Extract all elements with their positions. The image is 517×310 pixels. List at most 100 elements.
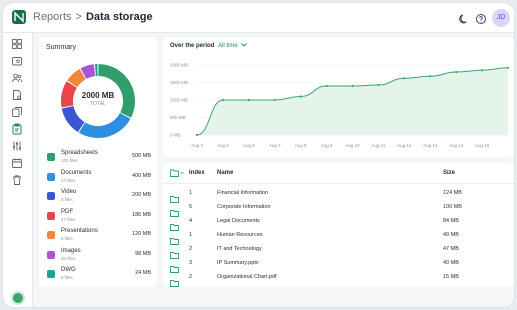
moon-icon[interactable] — [458, 12, 470, 24]
column-header-name[interactable]: Name — [217, 170, 233, 176]
help-icon[interactable] — [475, 12, 487, 24]
cell-name[interactable]: Financial Information — [217, 190, 268, 196]
cell-index: 5 — [189, 204, 193, 210]
user-avatar[interactable]: JD — [492, 9, 510, 27]
legend-item-count: 47 files — [61, 177, 76, 183]
clipboard-icon[interactable] — [11, 122, 23, 135]
donut-slice-video[interactable] — [61, 105, 85, 133]
cell-name[interactable]: Corporate Information — [217, 204, 271, 210]
x-tick-label: Aug 13 — [423, 143, 438, 148]
summary-title: Summary — [46, 44, 76, 51]
table-row[interactable]: 4 Legal Documents 84 MB — [163, 215, 514, 231]
cell-index: 2 — [189, 246, 193, 252]
y-tick-label: 0 MB — [170, 133, 181, 138]
legend-color-swatch — [47, 211, 55, 220]
cell-size: 84 MB — [443, 218, 459, 224]
data-point[interactable] — [273, 98, 276, 102]
users-icon[interactable] — [11, 71, 23, 83]
breadcrumb: Reports > Data storage — [33, 11, 153, 23]
table-row[interactable]: 5 Corporate Information 100 MB — [163, 201, 514, 217]
donut-slice-documents[interactable] — [78, 112, 131, 138]
data-point[interactable] — [480, 69, 484, 72]
legend-item-size: 400 MB — [132, 172, 151, 179]
cell-size: 15 MB — [443, 274, 459, 280]
legend-item-size: 500 MB — [132, 153, 151, 159]
legend-item-name: Video — [61, 189, 77, 195]
table-row[interactable]: 1 Financial Information 124 MB — [163, 187, 514, 203]
select-all-folder-icon[interactable] — [170, 169, 184, 179]
legend-item-size: 186 MB — [132, 211, 151, 218]
folder-icon[interactable] — [11, 54, 23, 66]
files-icon[interactable] — [11, 105, 23, 117]
x-tick-label: Aug 6 — [243, 143, 255, 148]
cell-name[interactable]: IT and Technology — [217, 246, 262, 252]
calendar-icon[interactable] — [11, 156, 23, 168]
cell-name[interactable]: Organizational Chart.pdf — [217, 274, 277, 280]
dashboard-icon[interactable] — [11, 37, 23, 49]
donut-total-value: 2000 MB — [81, 91, 115, 100]
column-header-size[interactable]: Size — [443, 170, 455, 176]
trash-icon[interactable] — [11, 173, 23, 185]
cell-name[interactable]: Human Resources — [217, 232, 263, 238]
x-tick-label: Aug 15 — [475, 143, 490, 148]
data-point[interactable] — [325, 84, 328, 88]
legend-color-swatch — [47, 270, 55, 278]
table-header-divider — [163, 183, 514, 184]
page-title: Data storage — [85, 11, 153, 23]
app-logo[interactable] — [12, 10, 26, 24]
column-header-index[interactable]: Index — [189, 170, 205, 176]
legend-item[interactable]: Presentations 9 files 120 MB — [45, 227, 153, 247]
cell-index: 1 — [189, 232, 193, 238]
legend-item-name: Documents — [61, 169, 92, 176]
legend-item-name: Spreadsheets — [61, 150, 99, 156]
legend-item[interactable]: DWG 8 files 24 MB — [45, 266, 153, 286]
legend-item[interactable]: Images 20 files 98 MB — [45, 247, 153, 267]
cell-size: 47 MB — [443, 246, 459, 252]
summary-card: Summary 2000 MB TOTAL Spreadsheets 122 fi… — [39, 37, 157, 287]
legend-color-swatch — [47, 250, 55, 259]
x-tick-label: Aug 12 — [397, 143, 412, 148]
document-icon[interactable] — [11, 88, 23, 100]
data-point[interactable] — [247, 98, 250, 102]
legend-color-swatch — [47, 172, 55, 181]
data-point[interactable] — [221, 98, 225, 102]
period-dropdown[interactable]: All time — [218, 43, 248, 49]
sidebar-avatar[interactable] — [11, 291, 25, 305]
donut-slice-presentations[interactable] — [67, 68, 86, 88]
cell-name[interactable]: Legal Documents — [217, 218, 260, 224]
x-tick-label: Aug 5 — [217, 143, 229, 148]
x-tick-label: Aug 7 — [269, 143, 281, 148]
data-point[interactable] — [351, 84, 354, 88]
legend-item[interactable]: Spreadsheets 122 files 500 MB — [45, 149, 153, 169]
table-row[interactable]: 1 Human Resources 49 MB — [163, 229, 514, 245]
sliders-icon[interactable] — [11, 139, 23, 151]
legend-item-name: DWG — [61, 267, 76, 273]
area-fill — [197, 67, 508, 135]
legend-item[interactable]: PDF 47 files 186 MB — [45, 208, 153, 228]
y-tick-label: 1000 MB — [170, 98, 188, 103]
y-tick-label: 2000 MB — [170, 63, 188, 68]
data-point[interactable] — [299, 95, 302, 98]
data-point[interactable] — [403, 77, 406, 80]
data-point[interactable] — [377, 83, 380, 87]
table-row[interactable]: 2 IT and Technology 47 MB — [163, 243, 514, 259]
legend-item-count: 47 files — [61, 216, 76, 222]
donut-slice-images[interactable] — [80, 64, 96, 80]
legend-item[interactable]: Video 5 files 200 MB — [45, 188, 153, 208]
legend-item-count: 122 files — [61, 158, 78, 163]
legend-color-swatch — [47, 153, 55, 161]
folder-icon — [170, 246, 179, 259]
cell-size: 100 MB — [443, 204, 462, 210]
breadcrumb-parent[interactable]: Reports — [33, 11, 72, 23]
legend-item[interactable]: Documents 47 files 400 MB — [45, 169, 153, 189]
legend-color-swatch — [47, 231, 55, 239]
data-point[interactable] — [195, 133, 199, 137]
cell-name[interactable]: IP Summary.pptx — [217, 260, 259, 266]
data-point[interactable] — [429, 75, 432, 78]
table-row[interactable]: 2 Organizational Chart.pdf 15 MB — [163, 271, 514, 287]
x-tick-label: Aug 4 — [191, 143, 203, 148]
data-point[interactable] — [455, 70, 458, 74]
data-point[interactable] — [506, 66, 510, 69]
folder-icon — [170, 260, 179, 273]
table-row[interactable]: 3 IP Summary.pptx 40 MB — [163, 257, 514, 273]
